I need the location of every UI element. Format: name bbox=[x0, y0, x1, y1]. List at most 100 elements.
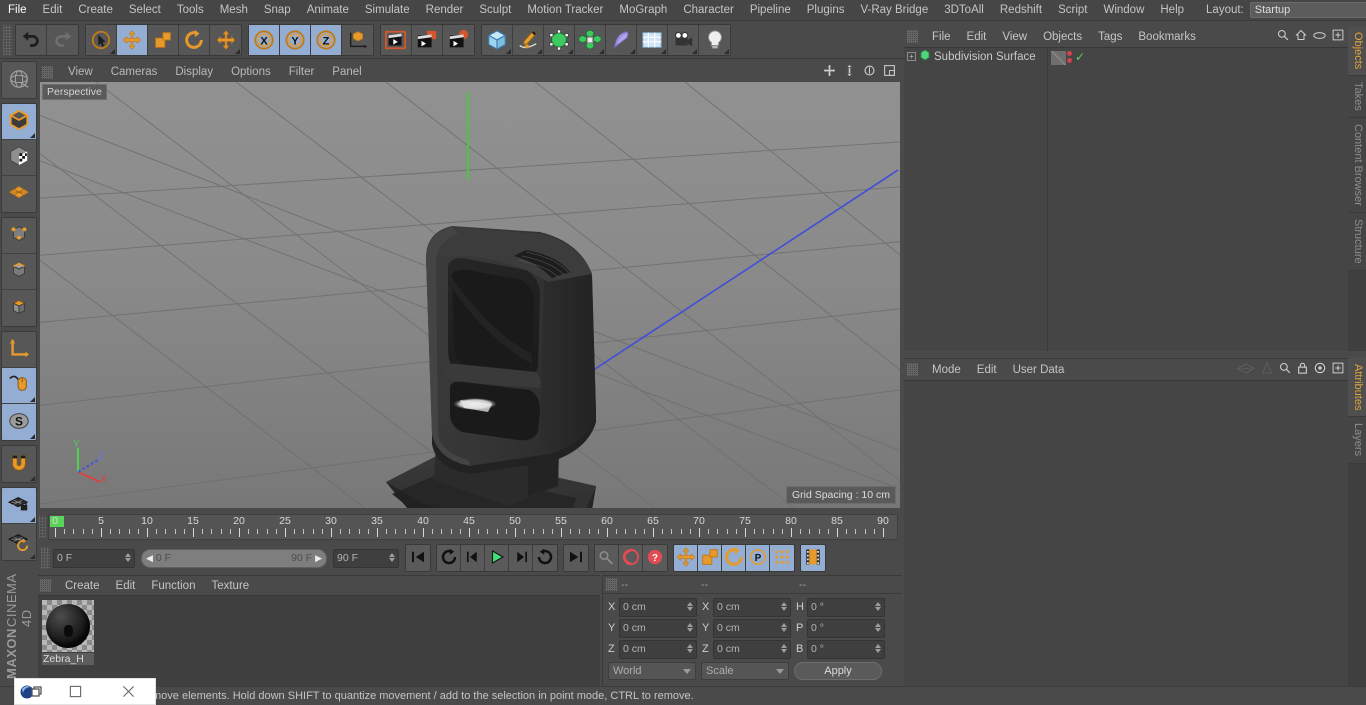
live-selection-tool[interactable] bbox=[86, 24, 117, 55]
go-to-start-button[interactable] bbox=[406, 545, 430, 571]
stepper-icon[interactable] bbox=[687, 622, 693, 632]
end-frame-field[interactable]: 90 F bbox=[333, 548, 399, 568]
lock-icon[interactable] bbox=[1297, 362, 1308, 377]
add-spline-button[interactable] bbox=[513, 24, 544, 55]
vertical-tab-structure[interactable]: Structure bbox=[1348, 212, 1366, 271]
vertical-tab-content-browser[interactable]: Content Browser bbox=[1348, 118, 1366, 213]
add-light-button[interactable] bbox=[699, 24, 730, 55]
add-layer-icon[interactable] bbox=[1332, 29, 1344, 44]
viewport-menu-options[interactable]: Options bbox=[222, 62, 280, 82]
visibility-dots-icon[interactable] bbox=[1067, 50, 1072, 63]
rotation-p-field[interactable]: 0 ° bbox=[807, 618, 885, 638]
lock-z-axis-button[interactable]: Z bbox=[311, 24, 342, 55]
range-left-arrow-icon[interactable]: ◀ bbox=[146, 553, 153, 564]
eye-icon[interactable] bbox=[1313, 31, 1326, 43]
attributes-menu-grip[interactable] bbox=[907, 363, 918, 376]
object-menu-file[interactable]: File bbox=[924, 27, 959, 47]
attributes-manager-body[interactable] bbox=[904, 380, 1348, 705]
viewport-3d[interactable]: Perspective Grid Spacing : 10 cm Y X Z bbox=[40, 82, 900, 508]
cone-icon[interactable] bbox=[1261, 361, 1273, 377]
size-x-field[interactable]: 0 cm bbox=[713, 597, 791, 617]
menu-script[interactable]: Script bbox=[1050, 0, 1095, 20]
timeline-grip[interactable] bbox=[39, 516, 46, 538]
keyframe-selection-button[interactable]: ? bbox=[643, 545, 667, 571]
planar-workplane-button[interactable] bbox=[2, 524, 36, 560]
menu-motion-tracker[interactable]: Motion Tracker bbox=[519, 0, 611, 20]
menu-3dtoall[interactable]: 3DToAll bbox=[936, 0, 992, 20]
menu-snap[interactable]: Snap bbox=[256, 0, 299, 20]
world-coordinate-system-button[interactable] bbox=[342, 24, 373, 55]
menu-mograph[interactable]: MoGraph bbox=[611, 0, 675, 20]
axis-mode-button[interactable] bbox=[2, 332, 36, 368]
rotate-tool[interactable] bbox=[179, 24, 210, 55]
add-cube-button[interactable] bbox=[482, 24, 513, 55]
viewport-menu-view[interactable]: View bbox=[59, 62, 102, 82]
add-array-button[interactable] bbox=[575, 24, 606, 55]
transform-tool[interactable] bbox=[210, 24, 241, 55]
lock-workplane-button[interactable] bbox=[2, 488, 36, 524]
menu-sculpt[interactable]: Sculpt bbox=[471, 0, 519, 20]
transport-grip[interactable] bbox=[41, 547, 50, 569]
tag-strip[interactable]: ✓ bbox=[1048, 48, 1348, 65]
menu-v-ray-bridge[interactable]: V-Ray Bridge bbox=[852, 0, 936, 20]
pan-icon[interactable] bbox=[823, 64, 836, 80]
stepper-icon[interactable] bbox=[389, 552, 395, 562]
stepper-icon[interactable] bbox=[781, 622, 787, 632]
maximize-window-button[interactable] bbox=[49, 678, 102, 705]
stepper-icon[interactable] bbox=[875, 601, 881, 611]
undo-button[interactable] bbox=[16, 24, 47, 55]
vertical-tab-takes[interactable]: Takes bbox=[1348, 76, 1366, 119]
vertical-tab-layers[interactable]: Layers bbox=[1348, 417, 1366, 464]
toolbar-grip[interactable] bbox=[3, 24, 12, 55]
attributes-menu-edit[interactable]: Edit bbox=[969, 360, 1005, 380]
add-camera-button[interactable] bbox=[668, 24, 699, 55]
enable-snapping-button[interactable]: S bbox=[2, 404, 36, 440]
menu-tools[interactable]: Tools bbox=[169, 0, 212, 20]
viewport-menu-grip[interactable] bbox=[42, 65, 53, 79]
viewport-menu-cameras[interactable]: Cameras bbox=[102, 62, 167, 82]
add-deformer-button[interactable] bbox=[606, 24, 637, 55]
menu-select[interactable]: Select bbox=[121, 0, 169, 20]
material-item[interactable]: Zebra_H bbox=[42, 600, 94, 665]
attributes-menu-user-data[interactable]: User Data bbox=[1005, 360, 1073, 380]
timeline-track[interactable]: 0 5 10 15 20 25 30 35 40 45 50 55 60 65 70 75 80 85 90 bbox=[48, 514, 898, 540]
zoom-icon[interactable] bbox=[843, 64, 856, 80]
step-back-button[interactable] bbox=[461, 545, 485, 571]
eye-closed-icon[interactable] bbox=[1236, 362, 1256, 377]
menu-render[interactable]: Render bbox=[418, 0, 472, 20]
viewport-solo-button[interactable] bbox=[2, 368, 36, 404]
rotation-h-field[interactable]: 0 ° bbox=[807, 597, 885, 617]
green-check-tag-icon[interactable]: ✓ bbox=[1075, 51, 1085, 63]
points-mode-button[interactable] bbox=[2, 218, 36, 254]
search-icon[interactable] bbox=[1279, 362, 1291, 377]
menu-edit[interactable]: Edit bbox=[35, 0, 71, 20]
menu-window[interactable]: Window bbox=[1095, 0, 1152, 20]
stepper-icon[interactable] bbox=[687, 601, 693, 611]
menu-character[interactable]: Character bbox=[675, 0, 742, 20]
vertical-tab-objects[interactable]: Objects bbox=[1348, 26, 1366, 77]
parameter-key-button[interactable]: P bbox=[746, 545, 770, 571]
close-window-button[interactable] bbox=[102, 678, 155, 705]
stepper-icon[interactable] bbox=[875, 643, 881, 653]
size-y-field[interactable]: 0 cm bbox=[713, 618, 791, 638]
rotate-icon[interactable] bbox=[863, 64, 876, 80]
menu-file[interactable]: File bbox=[0, 0, 35, 20]
position-key-button[interactable] bbox=[674, 545, 698, 571]
object-tree[interactable]: + Subdivision Surface bbox=[904, 48, 1048, 351]
menu-animate[interactable]: Animate bbox=[299, 0, 357, 20]
object-tags-column[interactable]: ✓ bbox=[1048, 48, 1348, 351]
object-menu-tags[interactable]: Tags bbox=[1090, 27, 1130, 47]
stepper-icon[interactable] bbox=[687, 643, 693, 653]
material-menu-edit[interactable]: Edit bbox=[108, 576, 144, 596]
apply-button[interactable]: Apply bbox=[794, 662, 882, 680]
play-button[interactable] bbox=[485, 545, 509, 571]
object-menu-view[interactable]: View bbox=[994, 27, 1035, 47]
object-row[interactable]: + Subdivision Surface bbox=[904, 48, 1047, 65]
object-menu-objects[interactable]: Objects bbox=[1035, 27, 1090, 47]
loop-forward-button[interactable] bbox=[533, 545, 557, 571]
object-menu-edit[interactable]: Edit bbox=[959, 27, 995, 47]
step-forward-button[interactable] bbox=[509, 545, 533, 571]
rotation-key-button[interactable] bbox=[722, 545, 746, 571]
position-y-field[interactable]: 0 cm bbox=[619, 618, 697, 638]
play-reverse-loop-button[interactable] bbox=[437, 545, 461, 571]
